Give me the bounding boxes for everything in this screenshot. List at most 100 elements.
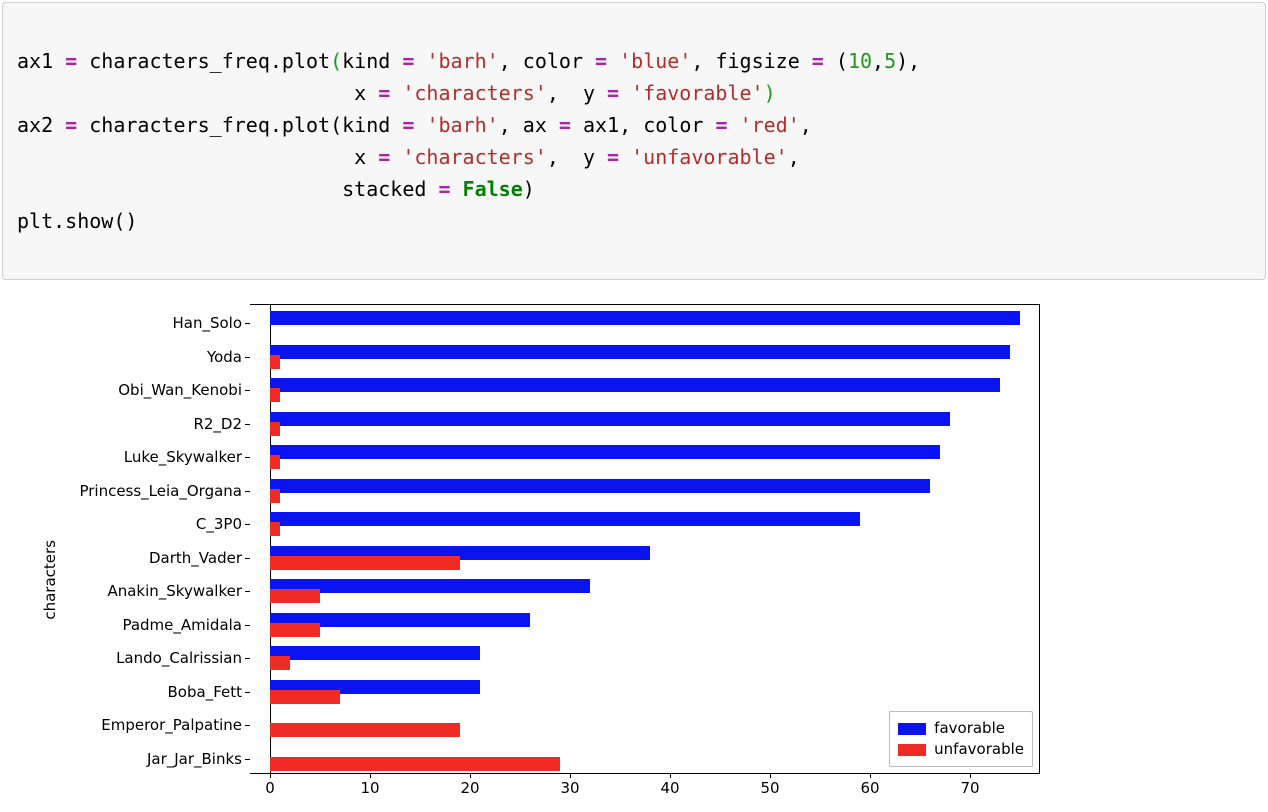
bar-favorable: [270, 512, 860, 526]
bar-unfavorable: [270, 623, 320, 637]
code-token: [619, 81, 631, 105]
code-token: ,: [872, 49, 884, 73]
legend: favorableunfavorable: [889, 711, 1033, 767]
y-tick-mark: [245, 725, 250, 726]
code-token: 'characters': [402, 81, 547, 105]
bar-unfavorable: [270, 757, 560, 771]
code-token: 'unfavorable': [631, 145, 788, 169]
bar-unfavorable: [270, 656, 290, 670]
code-token: 10: [848, 49, 872, 73]
code-token: =: [607, 81, 619, 105]
code-token: ): [896, 49, 908, 73]
code-token: x: [17, 145, 378, 169]
code-token: =: [65, 113, 77, 137]
code-token: [390, 145, 402, 169]
code-token: ): [523, 177, 535, 201]
code-token: =: [378, 81, 390, 105]
code-token: =: [559, 113, 571, 137]
code-token: ax2: [17, 113, 65, 137]
code-token: [450, 177, 462, 201]
code-line: plt.show(): [17, 205, 1251, 237]
legend-label: favorable: [934, 718, 1005, 739]
code-token: [390, 81, 402, 105]
code-token: (: [330, 113, 342, 137]
code-token: =: [438, 177, 450, 201]
y-tick-label: Anakin_Skywalker: [107, 582, 242, 600]
code-token: =: [607, 145, 619, 169]
legend-swatch: [898, 744, 926, 756]
code-token: ): [764, 81, 776, 105]
y-tick-label: Obi_Wan_Kenobi: [118, 381, 242, 399]
y-tick-mark: [245, 390, 250, 391]
code-token: [414, 49, 426, 73]
code-token: plt.show(): [17, 209, 137, 233]
y-tick-label: Emperor_Palpatine: [101, 716, 242, 734]
x-tick-label: 20: [460, 779, 479, 797]
code-token: [414, 113, 426, 137]
bar-unfavorable: [270, 355, 280, 369]
bar-unfavorable: [270, 522, 280, 536]
code-token: 'characters': [402, 145, 547, 169]
code-line: stacked = False): [17, 173, 1251, 205]
y-tick-label: Darth_Vader: [149, 549, 242, 567]
code-token: =: [65, 49, 77, 73]
y-tick-label: C_3P0: [196, 515, 242, 533]
y-tick-mark: [245, 658, 250, 659]
code-token: , ax: [499, 113, 559, 137]
bar-unfavorable: [270, 489, 280, 503]
code-token: x: [17, 81, 378, 105]
code-token: 'red': [740, 113, 800, 137]
bar-favorable: [270, 646, 480, 660]
code-token: kind: [342, 49, 402, 73]
y-tick-label: Han_Solo: [172, 314, 242, 332]
x-tick-label: 50: [760, 779, 779, 797]
code-token: =: [595, 49, 607, 73]
y-tick-label: Luke_Skywalker: [124, 448, 242, 466]
plot-area: characters favorableunfavorable 01020304…: [250, 304, 1040, 774]
y-tick-mark: [245, 357, 250, 358]
x-tick-label: 0: [265, 779, 275, 797]
y-tick-label: Lando_Calrissian: [116, 649, 242, 667]
code-token: =: [402, 49, 414, 73]
legend-swatch: [898, 723, 926, 735]
bar-unfavorable: [270, 690, 340, 704]
code-content: ax1 = characters_freq.plot(kind = 'barh'…: [17, 45, 1251, 237]
bar-favorable: [270, 378, 1000, 392]
bar-favorable: [270, 445, 940, 459]
x-tick-label: 30: [560, 779, 579, 797]
code-line: x = 'characters', y = 'unfavorable',: [17, 141, 1251, 173]
code-token: [607, 49, 619, 73]
y-tick-mark: [245, 524, 250, 525]
x-tick-label: 40: [660, 779, 679, 797]
y-tick-mark: [245, 491, 250, 492]
y-tick-label: Jar_Jar_Binks: [147, 750, 242, 768]
bar-favorable: [270, 345, 1010, 359]
code-token: kind: [342, 113, 402, 137]
code-cell: ax1 = characters_freq.plot(kind = 'barh'…: [2, 2, 1266, 280]
code-token: =: [812, 49, 824, 73]
chart-output: characters favorableunfavorable 01020304…: [0, 292, 1268, 812]
y-tick-label: Boba_Fett: [168, 683, 242, 701]
code-token: ,: [788, 145, 800, 169]
bar-unfavorable: [270, 723, 460, 737]
code-token: (: [330, 49, 342, 73]
bar-unfavorable: [270, 455, 280, 469]
y-tick-mark: [245, 457, 250, 458]
y-tick-label: Padme_Amidala: [122, 616, 242, 634]
bar-favorable: [270, 311, 1020, 325]
code-line: x = 'characters', y = 'favorable'): [17, 77, 1251, 109]
code-token: =: [715, 113, 727, 137]
chart-wrap: characters favorableunfavorable 01020304…: [20, 292, 1060, 812]
code-token: , figsize: [691, 49, 811, 73]
legend-item: unfavorable: [898, 739, 1024, 760]
code-token: 'barh': [426, 113, 498, 137]
bar-unfavorable: [270, 556, 460, 570]
x-tick-label: 10: [360, 779, 379, 797]
bar-unfavorable: [270, 422, 280, 436]
code-token: characters_freq.plot: [77, 113, 330, 137]
code-token: =: [402, 113, 414, 137]
code-token: characters_freq.plot: [77, 49, 330, 73]
y-tick-mark: [245, 424, 250, 425]
bar-favorable: [270, 479, 930, 493]
code-token: [728, 113, 740, 137]
